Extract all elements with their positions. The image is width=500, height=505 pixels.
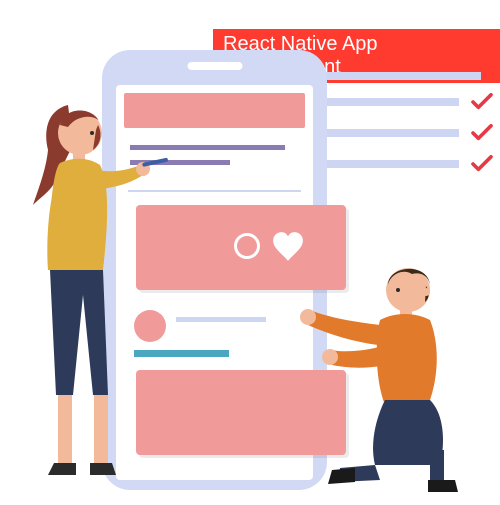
- check-icon: [471, 155, 493, 173]
- checklist-line: [303, 72, 481, 80]
- circle-icon: [234, 233, 260, 259]
- man-illustration: [280, 250, 480, 500]
- check-icon: [471, 124, 493, 142]
- check-icon: [471, 93, 493, 111]
- checklist-row: [303, 93, 493, 111]
- text-line: [176, 317, 266, 322]
- checklist-row: [303, 124, 493, 142]
- phone-notch: [187, 62, 242, 70]
- woman-illustration: [18, 95, 168, 495]
- illustration-scene: React Native App Development: [0, 0, 500, 500]
- checklist-row: [303, 155, 493, 173]
- checklist: [303, 72, 493, 186]
- checklist-row: [303, 72, 493, 80]
